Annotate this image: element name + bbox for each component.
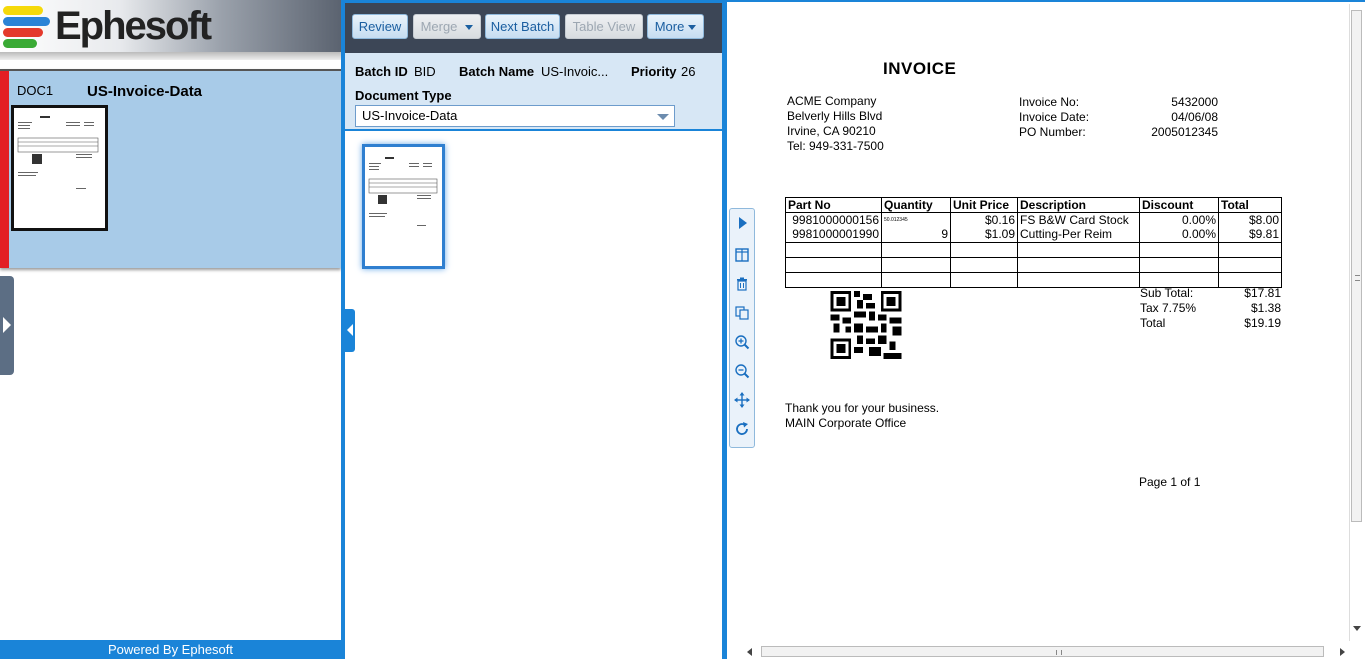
- table-cell: $9.81: [1218, 227, 1282, 243]
- dropdown-arrow-icon: [657, 114, 669, 120]
- vertical-scrollbar[interactable]: [1349, 4, 1363, 641]
- table-row: [785, 242, 1282, 258]
- document-card[interactable]: DOC1 US-Invoice-Data: [0, 69, 341, 268]
- batch-id-value: BID: [414, 64, 436, 79]
- table-cell: 9: [881, 227, 951, 243]
- chevron-right-icon: [3, 317, 11, 333]
- column-header: Discount: [1139, 197, 1219, 213]
- table-cell: Cutting-Per Reim: [1017, 227, 1140, 243]
- column-header: Description: [1017, 197, 1140, 213]
- company-line: Belverly Hills Blvd: [787, 109, 883, 123]
- table-cell: $0.16: [950, 212, 1018, 228]
- totals-value: $19.19: [1244, 316, 1281, 330]
- table-cell: 9981000001990: [785, 227, 882, 243]
- meta-value: 2005012345: [1151, 125, 1218, 139]
- invoice-image: INVOICE ACME Company Belverly Hills Blvd…: [727, 2, 1347, 642]
- table-cell: 9981000000156: [785, 212, 882, 228]
- document-thumbnail[interactable]: [11, 105, 108, 231]
- document-panel: Ephesoft DOC1 US-Invoice-Data Powered By…: [0, 0, 342, 659]
- next-batch-button[interactable]: Next Batch: [485, 14, 560, 39]
- scrollbar-thumb[interactable]: [761, 646, 1324, 657]
- invoice-mini-icon: [368, 157, 438, 226]
- toolbar: Review Merge Next Batch Table View More: [345, 0, 723, 53]
- company-line: Tel: 949-331-7500: [787, 139, 884, 153]
- table-cell: 50.012345: [881, 212, 951, 228]
- scroll-right-icon[interactable]: [1340, 648, 1345, 656]
- footer-line: MAIN Corporate Office: [785, 416, 907, 430]
- batch-info: Batch ID BID Batch Name US-Invoic... Pri…: [345, 53, 723, 131]
- invoice-table: Part No Quantity Unit Price Description …: [785, 197, 1282, 288]
- expand-panel-button[interactable]: [0, 276, 14, 375]
- page-indicator: Page 1 of 1: [1139, 475, 1201, 489]
- table-header-row: Part No Quantity Unit Price Description …: [785, 197, 1282, 213]
- table-cell: 0.00%: [1139, 227, 1219, 243]
- totals-value: $17.81: [1244, 286, 1281, 300]
- caret-down-icon: [465, 25, 474, 31]
- meta-value: 5432000: [1171, 95, 1218, 109]
- meta-label: Invoice No:: [1019, 95, 1080, 109]
- priority-value: 26: [681, 64, 696, 79]
- company-line: Irvine, CA 90210: [787, 124, 876, 138]
- totals-label: Tax 7.75%: [1140, 301, 1197, 315]
- table-row: [785, 272, 1282, 288]
- meta-label: PO Number:: [1019, 125, 1086, 139]
- footer-line: Thank you for your business.: [785, 401, 940, 415]
- priority-label: Priority: [631, 64, 677, 79]
- batch-name-label: Batch Name: [459, 64, 535, 79]
- logo-icon: [3, 6, 51, 48]
- document-status-flag: [0, 71, 9, 268]
- document-type-name: US-Invoice-Data: [87, 83, 203, 100]
- document-type-selected: US-Invoice-Data: [362, 108, 458, 123]
- scroll-down-icon[interactable]: [1353, 626, 1361, 631]
- totals-value: $1.38: [1250, 301, 1281, 315]
- merge-button[interactable]: Merge: [413, 14, 481, 39]
- batch-name-value: US-Invoic...: [541, 64, 609, 79]
- more-button[interactable]: More: [647, 14, 704, 39]
- powered-by-footer: Powered By Ephesoft: [0, 640, 341, 659]
- table-row: [785, 257, 1282, 273]
- chevron-left-icon: [347, 324, 353, 336]
- table-row: 9981000000156 50.012345 $0.16 FS B&W Car…: [785, 212, 1282, 228]
- logo-text: Ephesoft: [55, 4, 212, 48]
- logo-bar: Ephesoft: [0, 0, 341, 52]
- qr-code-icon: [830, 291, 902, 359]
- column-header: Unit Price: [950, 197, 1018, 213]
- app: Ephesoft DOC1 US-Invoice-Data Powered By…: [0, 0, 1365, 659]
- column-header: Quantity: [881, 197, 951, 213]
- table-cell: $8.00: [1218, 212, 1282, 228]
- review-button[interactable]: Review: [352, 14, 408, 39]
- image-viewer: INVOICE ACME Company Belverly Hills Blvd…: [727, 0, 1365, 659]
- column-header: Total: [1218, 197, 1282, 213]
- meta-label: Invoice Date:: [1019, 110, 1090, 124]
- company-line: ACME Company: [787, 94, 877, 108]
- table-row: 9981000001990 9 $1.09 Cutting-Per Reim 0…: [785, 227, 1282, 243]
- table-cell: FS B&W Card Stock: [1017, 212, 1140, 228]
- scroll-left-icon[interactable]: [747, 648, 752, 656]
- batch-id-label: Batch ID: [355, 64, 408, 79]
- more-label: More: [654, 19, 685, 34]
- invoice-mini-icon: [17, 116, 99, 189]
- scrollbar-thumb[interactable]: [1351, 10, 1362, 522]
- document-type-label: Document Type: [355, 88, 452, 103]
- document-id: DOC1: [17, 83, 54, 98]
- table-view-button[interactable]: Table View: [565, 14, 643, 39]
- collapse-panel-button[interactable]: [345, 309, 355, 352]
- meta-value: 04/06/08: [1171, 110, 1218, 124]
- table-cell: $1.09: [950, 227, 1018, 243]
- horizontal-scrollbar[interactable]: [745, 645, 1347, 659]
- merge-label: Merge: [420, 19, 458, 34]
- column-header: Part No: [785, 197, 882, 213]
- batch-panel: Review Merge Next Batch Table View More …: [345, 0, 723, 659]
- table-cell: 0.00%: [1139, 212, 1219, 228]
- page-thumbnail[interactable]: [362, 144, 445, 269]
- invoice-title: INVOICE: [883, 59, 957, 78]
- totals-label: Sub Total:: [1140, 286, 1194, 300]
- totals-label: Total: [1140, 316, 1166, 330]
- caret-down-icon: [688, 25, 697, 31]
- logo-separator: [0, 52, 341, 60]
- document-type-select[interactable]: US-Invoice-Data: [355, 105, 675, 127]
